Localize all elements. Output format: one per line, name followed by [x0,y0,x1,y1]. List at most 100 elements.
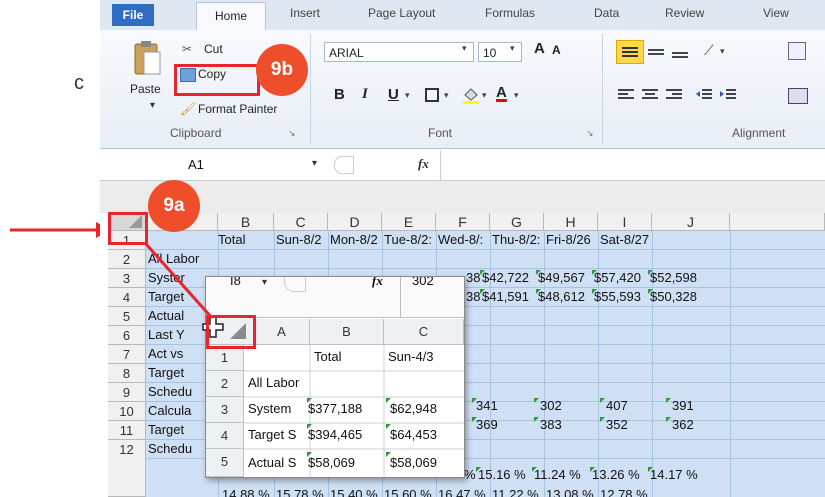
row-header-11[interactable]: 11 [108,421,146,440]
tab-view[interactable]: View [763,6,789,20]
cell-f9[interactable]: 369 [476,416,498,434]
cell-e1[interactable]: Tue-8/2: [384,231,432,249]
cell-a8[interactable]: Target [148,364,184,382]
column-header-k[interactable] [730,213,825,231]
cell-b12[interactable]: 14.88 % [222,486,270,497]
cell-a10[interactable]: Calcula [148,402,191,420]
font-size-select[interactable]: 10 [478,42,522,62]
decrease-indent-icon[interactable] [696,88,714,107]
scissors-icon[interactable]: ✂ [182,42,192,56]
font-color-button[interactable]: A [496,84,507,101]
font-name-dropdown-icon[interactable]: ▾ [462,43,467,54]
format-painter-icon[interactable]: 🖌 [180,101,197,117]
cell-g11[interactable]: 11.24 % [534,466,581,484]
tab-formulas[interactable]: Formulas [485,6,535,20]
merge-center-icon[interactable] [788,88,808,104]
column-header-d[interactable]: D [328,213,382,231]
wrap-text-icon[interactable] [788,42,806,60]
cell-h9[interactable]: 352 [606,416,628,434]
column-header-j[interactable]: J [652,213,730,231]
cell-c12[interactable]: 15.78 % [276,486,324,497]
increase-indent-icon[interactable] [720,88,738,107]
cell-h4[interactable]: $55,593 [594,288,641,306]
align-left-icon[interactable] [618,88,636,107]
cell-i3[interactable]: $52,598 [650,269,697,287]
paste-dropdown-icon[interactable]: ▾ [150,100,155,111]
column-header-e[interactable]: E [382,213,436,231]
formula-input[interactable] [440,150,825,180]
borders-icon[interactable] [425,88,439,102]
format-painter-label[interactable]: Format Painter [198,102,277,116]
font-size-dropdown-icon[interactable]: ▾ [510,43,515,54]
paste-icon[interactable] [132,40,162,78]
cell-f3[interactable]: $42,722 [482,269,529,287]
tab-home[interactable]: Home [196,2,266,31]
row-header-8[interactable]: 8 [108,364,146,383]
insert-function-icon[interactable]: fx [418,156,429,172]
cell-a11[interactable]: Target [148,421,184,439]
cell-e4[interactable]: 38 [466,288,480,306]
tab-insert[interactable]: Insert [290,6,320,20]
font-color-dropdown-icon[interactable]: ▾ [514,90,519,101]
cell-f8[interactable]: 341 [476,397,498,415]
align-middle-icon[interactable] [648,44,666,63]
cell-d12[interactable]: 15.40 % [330,486,378,497]
underline-button[interactable]: U [388,86,399,103]
cell-h12[interactable]: 13.08 % [546,486,594,497]
grow-font-button[interactable]: A [534,40,545,57]
tab-review[interactable]: Review [665,6,704,20]
name-box[interactable]: A1 [100,154,330,176]
clipboard-launcher-icon[interactable]: ↘ [288,128,296,139]
cell-d1[interactable]: Mon-8/2 [330,231,378,249]
cell-g4[interactable]: $48,612 [538,288,585,306]
cell-e3[interactable]: 38 [466,269,480,287]
borders-dropdown-icon[interactable]: ▾ [444,90,449,101]
tab-file[interactable]: File [112,4,154,26]
align-top-button[interactable] [616,40,644,64]
cell-a9[interactable]: Schedu [148,383,192,401]
cell-g1[interactable]: Thu-8/2: [492,231,540,249]
align-bottom-icon[interactable] [672,44,690,63]
cell-e12[interactable]: 15.60 % [384,486,432,497]
cell-g9[interactable]: 383 [540,416,562,434]
row-header-12[interactable]: 12 [108,440,146,497]
underline-dropdown-icon[interactable]: ▾ [405,90,410,101]
cell-f4[interactable]: $41,591 [482,288,529,306]
fill-color-dropdown-icon[interactable]: ▾ [482,90,487,101]
bold-button[interactable]: B [334,86,345,103]
name-box-dropdown-icon[interactable]: ▾ [312,158,317,169]
tab-page-layout[interactable]: Page Layout [368,6,435,20]
column-header-h[interactable]: H [544,213,598,231]
cell-e11[interactable]: % [464,466,476,484]
cell-i4[interactable]: $50,328 [650,288,697,306]
paste-label[interactable]: Paste [130,82,161,96]
row-header-9[interactable]: 9 [108,383,146,402]
orientation-icon[interactable]: ⟋ [704,42,714,59]
cell-i9[interactable]: 362 [672,416,694,434]
column-header-f[interactable]: F [436,213,490,231]
cell-g12[interactable]: 11.22 % [492,486,539,497]
cell-f1[interactable]: Wed-8/: [438,231,483,249]
shrink-font-button[interactable]: A [552,43,561,57]
column-header-g[interactable]: G [490,213,544,231]
cell-i11[interactable]: 14.17 % [650,466,698,484]
cell-h3[interactable]: $57,420 [594,269,641,287]
cell-g8[interactable]: 302 [540,397,562,415]
align-center-icon[interactable] [642,88,660,107]
column-header-i[interactable]: I [598,213,652,231]
font-name-select[interactable]: ARIAL [324,42,474,62]
orientation-dropdown-icon[interactable]: ▾ [720,46,725,57]
cell-a12[interactable]: Schedu [148,440,192,458]
align-right-icon[interactable] [666,88,684,107]
row-header-10[interactable]: 10 [108,402,146,421]
cell-i12[interactable]: 12.78 % [600,486,648,497]
cut-label[interactable]: Cut [204,42,223,56]
font-launcher-icon[interactable]: ↘ [586,128,594,139]
cell-g3[interactable]: $49,567 [538,269,585,287]
cell-f12[interactable]: 16.47 % [438,486,486,497]
cell-f11[interactable]: 15.16 % [478,466,526,484]
cell-h8[interactable]: 407 [606,397,628,415]
cell-h11[interactable]: 13.26 % [592,466,640,484]
fill-color-icon[interactable] [462,86,480,104]
tab-data[interactable]: Data [594,6,619,20]
